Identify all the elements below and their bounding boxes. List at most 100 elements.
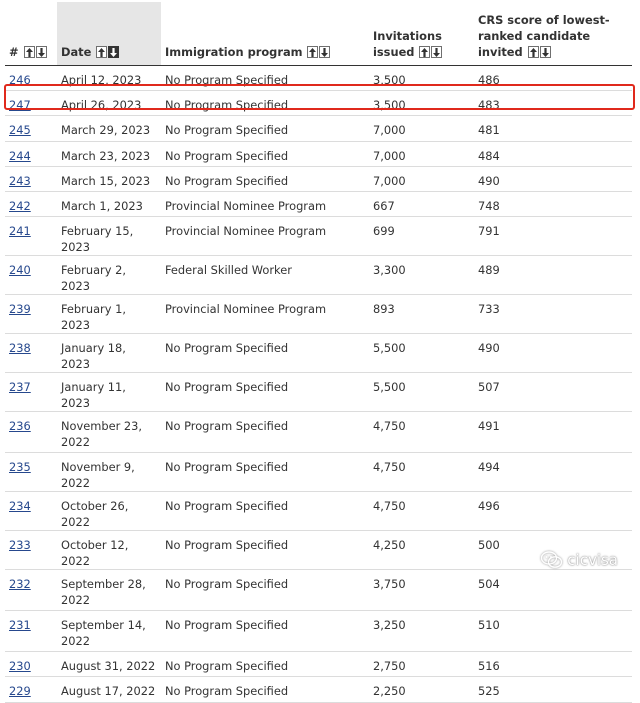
arrow-down-icon <box>37 48 45 57</box>
arrow-up-icon <box>98 48 106 57</box>
round-program: Provincial Nominee Program <box>165 302 327 317</box>
column-header-program: Immigration program <box>161 2 369 66</box>
round-number-link[interactable]: 229 <box>9 684 31 698</box>
sort-descending-button[interactable] <box>319 46 331 58</box>
round-program: No Program Specified <box>165 684 289 699</box>
round-number-link[interactable]: 246 <box>9 73 31 87</box>
round-invitations-cell: 4,750 <box>369 491 474 532</box>
round-program: Federal Skilled Worker <box>165 263 292 278</box>
round-number-link-cell: 244 <box>5 141 57 167</box>
round-invitations-cell: 4,250 <box>369 530 474 571</box>
round-crs-score-cell: 516 <box>474 651 632 678</box>
round-invitations: 2,250 <box>373 684 406 699</box>
round-number-link[interactable]: 243 <box>9 174 31 188</box>
round-invitations-cell: 699 <box>369 216 474 257</box>
round-invitations: 667 <box>373 198 395 213</box>
table-row: 238 January 18, 2023 No Program Specified 5… <box>5 333 632 374</box>
sort-descending-button[interactable] <box>431 46 443 58</box>
round-date-cell: March 15, 2023 <box>57 166 161 192</box>
round-invitations-cell: 7,000 <box>369 141 474 167</box>
round-crs-score: 504 <box>478 577 500 592</box>
round-number-link[interactable]: 241 <box>9 224 31 238</box>
round-number-link-cell: 246 <box>5 65 57 92</box>
round-number-link-cell: 229 <box>5 676 57 703</box>
round-crs-score-cell: 748 <box>474 191 632 218</box>
round-program-cell: No Program Specified <box>161 141 369 167</box>
sort-ascending-button[interactable] <box>96 46 108 58</box>
sort-ascending-button[interactable] <box>527 46 539 58</box>
round-invitations-cell: 4,750 <box>369 411 474 454</box>
round-crs-score-cell: 504 <box>474 569 632 612</box>
round-number-link[interactable]: 247 <box>9 98 31 112</box>
round-number-link[interactable]: 239 <box>9 302 31 316</box>
round-number-link[interactable]: 242 <box>9 199 31 213</box>
sort-ascending-button[interactable] <box>23 46 35 58</box>
sort-ascending-button[interactable] <box>419 46 431 58</box>
round-crs-score: 484 <box>478 148 500 163</box>
round-number-link[interactable]: 244 <box>9 149 31 163</box>
round-invitations-cell: 3,500 <box>369 90 474 117</box>
round-number-link[interactable]: 230 <box>9 659 31 673</box>
table-row: 235 November 9, 2022 No Program Specified 4… <box>5 452 632 493</box>
round-program-cell: No Program Specified <box>161 569 369 612</box>
arrow-down-icon <box>433 48 441 57</box>
round-number-link-cell: 238 <box>5 333 57 374</box>
table-row: 243 March 15, 2023 No Program Specified 7,0… <box>5 166 632 192</box>
round-crs-score: 481 <box>478 123 500 138</box>
round-program-cell: No Program Specified <box>161 411 369 454</box>
round-number-link[interactable]: 234 <box>9 499 31 513</box>
round-number-link[interactable]: 237 <box>9 380 31 394</box>
table-row: 246 April 12, 2023 No Program Specified 3,5… <box>5 65 632 92</box>
sort-descending-button[interactable] <box>35 46 47 58</box>
round-date-cell: September 14, 2022 <box>57 610 161 653</box>
round-number-link[interactable]: 236 <box>9 419 31 433</box>
round-date: April 26, 2023 <box>61 98 142 113</box>
round-date-cell: February 15, 2023 <box>57 216 161 257</box>
round-crs-score: 489 <box>478 263 500 278</box>
round-program: Provincial Nominee Program <box>165 224 327 239</box>
round-date: January 18, 2023 <box>61 341 126 372</box>
round-invitations: 7,000 <box>373 173 406 188</box>
round-number-link[interactable]: 232 <box>9 577 31 591</box>
round-invitations: 3,250 <box>373 618 406 633</box>
round-date: September 14, 2022 <box>61 618 146 649</box>
sort-descending-button[interactable] <box>108 46 120 58</box>
round-date-cell: November 23, 2022 <box>57 411 161 454</box>
arrow-down-icon <box>541 48 549 57</box>
round-crs-score-cell: 486 <box>474 65 632 92</box>
sort-descending-button[interactable] <box>539 46 551 58</box>
table-body: 246 April 12, 2023 No Program Specified 3,5… <box>5 65 632 703</box>
round-date-cell: October 26, 2022 <box>57 491 161 532</box>
round-invitations-cell: 3,500 <box>369 65 474 92</box>
round-number-link[interactable]: 231 <box>9 618 31 632</box>
round-number-link[interactable]: 238 <box>9 341 31 355</box>
round-number-link-cell: 243 <box>5 166 57 192</box>
arrow-down-icon <box>321 48 329 57</box>
round-date: March 1, 2023 <box>61 198 143 213</box>
round-invitations: 699 <box>373 224 395 239</box>
round-date-cell: August 31, 2022 <box>57 651 161 678</box>
table-row: 239 February 1, 2023 Provincial Nominee Pr… <box>5 294 632 335</box>
table-row: 232 September 28, 2022 No Program Specifie… <box>5 569 632 612</box>
round-number-link[interactable]: 235 <box>9 460 31 474</box>
round-number-link-cell: 233 <box>5 530 57 571</box>
round-invitations: 4,250 <box>373 538 406 553</box>
arrow-up-icon <box>529 48 537 57</box>
round-crs-score: 490 <box>478 341 500 356</box>
table-header-row: # Date Immigration program Invitations i… <box>5 2 632 66</box>
round-number-link[interactable]: 233 <box>9 538 31 552</box>
round-program-cell: No Program Specified <box>161 166 369 192</box>
round-program-cell: No Program Specified <box>161 452 369 493</box>
table-row: 229 August 17, 2022 No Program Specified 2,… <box>5 676 632 703</box>
round-crs-score-cell: 490 <box>474 333 632 374</box>
round-number-link[interactable]: 240 <box>9 263 31 277</box>
round-number-link-cell: 247 <box>5 90 57 117</box>
round-crs-score: 791 <box>478 224 500 239</box>
watermark-text: cicvisa <box>567 551 618 569</box>
round-number-link[interactable]: 245 <box>9 123 31 137</box>
table-row: 244 March 23, 2023 No Program Specified 7,0… <box>5 141 632 167</box>
round-date: October 12, 2022 <box>61 538 129 569</box>
round-program: No Program Specified <box>165 499 289 514</box>
round-crs-score-cell: 481 <box>474 115 632 142</box>
sort-ascending-button[interactable] <box>307 46 319 58</box>
